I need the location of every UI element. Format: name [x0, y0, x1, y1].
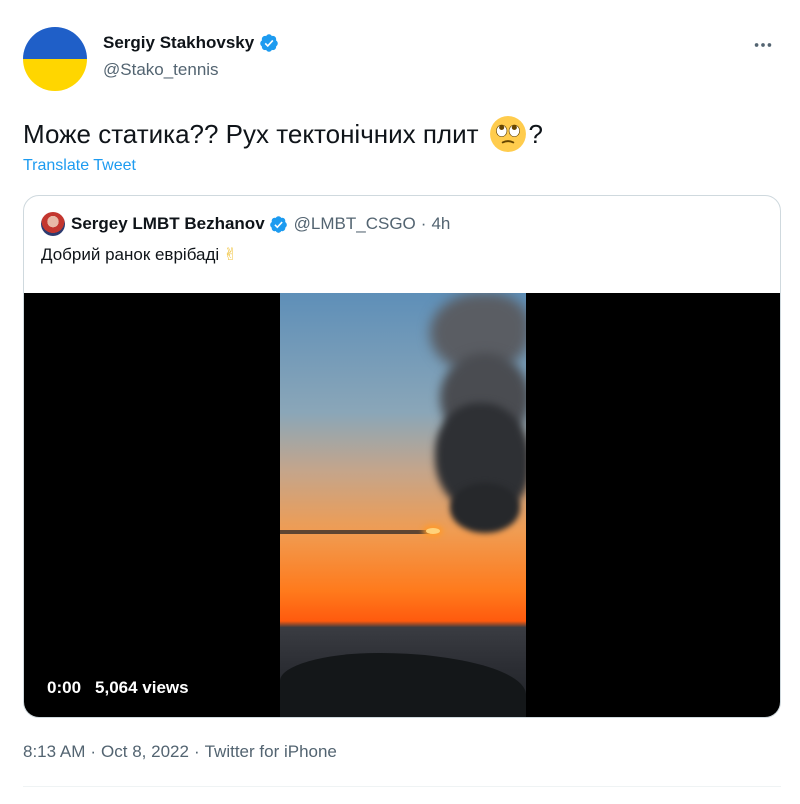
face-with-rolling-eyes-icon — [489, 116, 526, 152]
video-frame — [280, 293, 526, 717]
quote-text-main: Добрий ранок еврібаді — [41, 245, 220, 264]
verified-badge-icon — [260, 34, 278, 52]
video-player[interactable]: 0:00 5,064 views — [24, 293, 780, 717]
video-overlay: 0:00 5,064 views — [47, 678, 189, 698]
video-view-count: 5,064 views — [95, 678, 189, 697]
fire-glow — [426, 528, 440, 534]
quote-author-handle[interactable]: @LMBT_CSGO — [294, 214, 416, 234]
quote-author-name[interactable]: Sergey LMBT Bezhanov — [71, 214, 265, 234]
avatar-flag-blue — [23, 27, 87, 59]
smoke-plume — [450, 483, 520, 533]
verified-badge-icon — [269, 215, 287, 233]
quote-author-avatar[interactable] — [41, 212, 65, 236]
tweet-source[interactable]: Twitter for iPhone — [205, 742, 337, 761]
bridge-silhouette — [280, 530, 430, 534]
author-display-name[interactable]: Sergiy Stakhovsky — [103, 33, 254, 53]
quote-text: Добрий ранок еврібаді ✌ — [41, 245, 237, 265]
divider — [23, 786, 781, 787]
quote-header: Sergey LMBT Bezhanov @LMBT_CSGO · 4h — [41, 212, 450, 236]
avatar-flag-yellow — [23, 59, 87, 91]
video-timestamp: 0:00 — [47, 678, 82, 697]
more-dots-icon — [754, 43, 772, 47]
author-handle[interactable]: @Stako_tennis — [103, 60, 219, 80]
tweet-date[interactable]: Oct 8, 2022 — [101, 742, 189, 761]
author-name-row[interactable]: Sergiy Stakhovsky — [103, 33, 279, 53]
quoted-tweet[interactable]: Sergey LMBT Bezhanov @LMBT_CSGO · 4h Доб… — [23, 195, 781, 718]
quote-separator: · — [420, 214, 427, 233]
tweet-text-main: Може статика?? Рух тектонічних плит — [23, 119, 479, 149]
footer-separator: · — [193, 742, 200, 761]
tweet-card: Sergiy Stakhovsky @Stako_tennis Може ста… — [0, 0, 800, 804]
more-options-button[interactable] — [748, 30, 778, 60]
author-avatar[interactable] — [23, 27, 87, 91]
shore-silhouette — [280, 653, 526, 717]
tweet-text: Може статика?? Рух тектонічних плит ? — [23, 112, 543, 156]
tweet-time[interactable]: 8:13 AM — [23, 742, 85, 761]
quote-timestamp[interactable]: 4h — [431, 214, 450, 234]
tweet-footer: 8:13 AM · Oct 8, 2022 · Twitter for iPhone — [23, 742, 337, 762]
victory-hand-icon: ✌ — [223, 245, 238, 264]
tweet-text-end: ? — [528, 119, 544, 149]
footer-separator: · — [90, 742, 97, 761]
translate-tweet-link[interactable]: Translate Tweet — [23, 157, 136, 175]
